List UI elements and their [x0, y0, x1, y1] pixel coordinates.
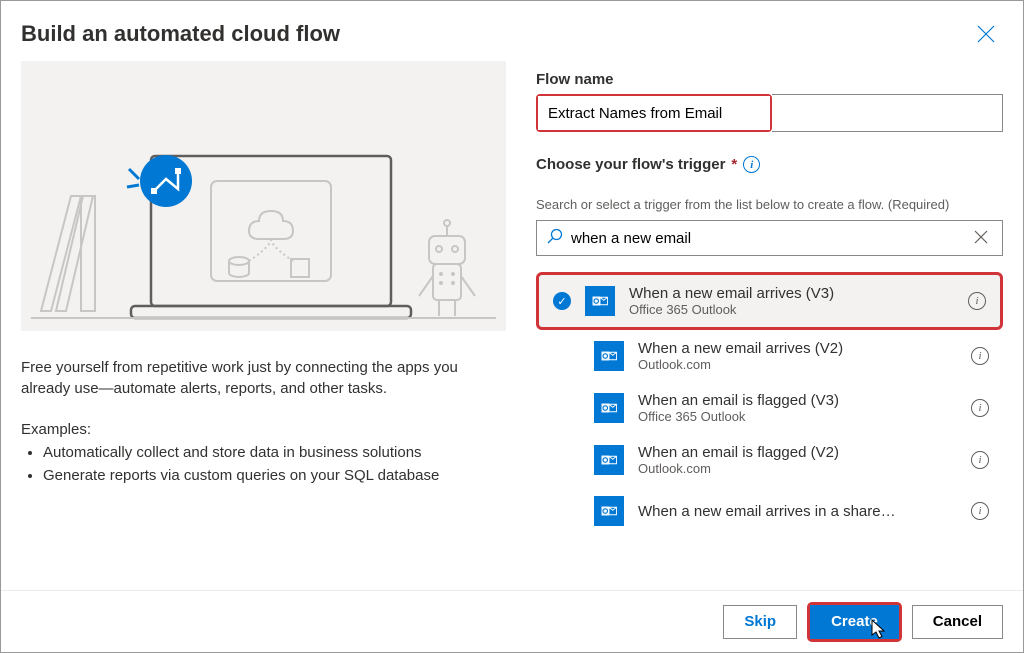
info-icon[interactable]: i [968, 292, 986, 310]
skip-button[interactable]: Skip [723, 605, 797, 639]
trigger-name: When an email is flagged (V2) [638, 444, 957, 461]
outlook-icon [594, 496, 624, 526]
trigger-search-box[interactable] [536, 220, 1003, 256]
outlook-icon [594, 445, 624, 475]
check-icon: ✓ [553, 292, 571, 310]
trigger-name: When a new email arrives in a share… [638, 503, 957, 520]
trigger-item[interactable]: When a new email arrives in a share… i [536, 486, 1003, 536]
examples-list: Automatically collect and store data in … [21, 442, 506, 487]
cancel-button[interactable]: Cancel [912, 605, 1003, 639]
info-pane: Free yourself from repetitive work just … [21, 61, 506, 581]
illustration [21, 61, 506, 331]
trigger-item[interactable]: When a new email arrives (V2)Outlook.com… [536, 330, 1003, 382]
flow-name-label: Flow name [536, 71, 1003, 88]
info-icon[interactable]: i [971, 347, 989, 365]
trigger-connector: Outlook.com [638, 461, 957, 476]
search-icon [547, 228, 563, 249]
outlook-icon [594, 341, 624, 371]
trigger-list: ✓When a new email arrives (V3)Office 365… [536, 272, 1003, 536]
create-button[interactable]: Create [810, 605, 899, 639]
info-icon[interactable]: i [971, 399, 989, 417]
trigger-connector: Office 365 Outlook [638, 409, 957, 424]
info-icon[interactable]: i [971, 451, 989, 469]
close-icon[interactable] [973, 21, 999, 51]
info-icon[interactable]: i [971, 502, 989, 520]
flow-name-input[interactable] [538, 96, 770, 130]
trigger-name: When a new email arrives (V2) [638, 340, 957, 357]
example-item: Generate reports via custom queries on y… [43, 465, 506, 488]
outlook-icon [594, 393, 624, 423]
trigger-name: When a new email arrives (V3) [629, 285, 954, 302]
examples-title: Examples: [21, 421, 506, 438]
trigger-search-input[interactable] [571, 230, 970, 247]
dialog-title: Build an automated cloud flow [21, 21, 340, 47]
trigger-item[interactable]: When an email is flagged (V2)Outlook.com… [536, 434, 1003, 486]
trigger-label: Choose your flow's trigger [536, 156, 725, 173]
dialog-footer: Skip Create Cancel [1, 590, 1023, 652]
outlook-icon [585, 286, 615, 316]
info-icon[interactable]: i [743, 156, 760, 173]
description-text: Free yourself from repetitive work just … [21, 357, 506, 399]
flow-name-input-rest[interactable] [772, 94, 1003, 132]
required-mark: * [731, 156, 737, 173]
trigger-item[interactable]: When an email is flagged (V3)Office 365 … [536, 382, 1003, 434]
trigger-helper-text: Search or select a trigger from the list… [536, 197, 1003, 212]
trigger-name: When an email is flagged (V3) [638, 392, 957, 409]
trigger-connector: Office 365 Outlook [629, 302, 954, 317]
trigger-connector: Outlook.com [638, 357, 957, 372]
form-pane: Flow name Choose your flow's trigger * i… [536, 61, 1003, 581]
trigger-item[interactable]: ✓ When a new email arrives (V3)Office 365… [536, 272, 1003, 330]
clear-icon[interactable] [970, 228, 992, 249]
example-item: Automatically collect and store data in … [43, 442, 506, 465]
